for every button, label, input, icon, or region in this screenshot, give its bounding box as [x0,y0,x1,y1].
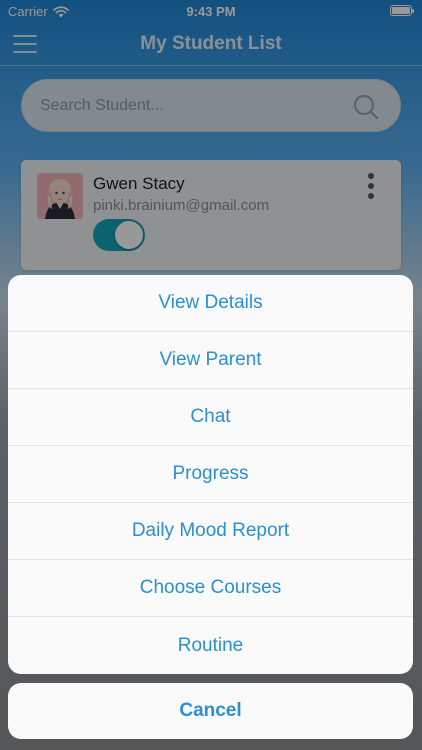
view-parent-button[interactable]: View Parent [8,332,413,389]
chat-button[interactable]: Chat [8,389,413,446]
choose-courses-button[interactable]: Choose Courses [8,560,413,617]
view-details-button[interactable]: View Details [8,275,413,332]
progress-button[interactable]: Progress [8,446,413,503]
action-sheet: View Details View Parent Chat Progress D… [8,275,413,674]
daily-mood-report-button[interactable]: Daily Mood Report [8,503,413,560]
cancel-button[interactable]: Cancel [8,683,413,739]
routine-button[interactable]: Routine [8,617,413,674]
